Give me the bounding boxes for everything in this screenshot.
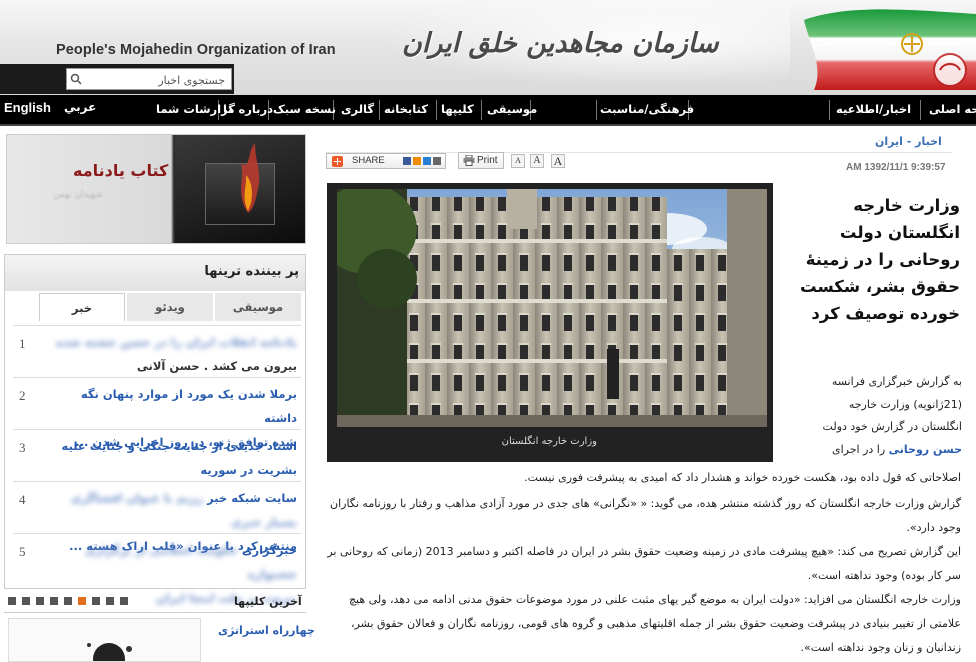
breadcrumb[interactable]: اخبار - ایران [875,135,942,148]
pager-dot[interactable] [22,597,30,605]
article-paragraph: این گزارش تصریح می کند: «هیچ پیشرفت مادی… [327,545,961,582]
font-reset-button[interactable]: A [530,154,544,168]
item-line: خبرگزاری [241,543,297,557]
iran-flag-logo[interactable] [804,6,976,90]
pager-dot[interactable] [8,597,16,605]
search-bar [0,64,234,94]
email-icon [433,157,441,165]
clip-title[interactable]: چهارراه استراتژی [218,624,315,637]
twitter-icon [423,157,431,165]
nav-clips[interactable]: کلیپها [441,102,474,116]
site-header: People's Mojahedin Organization of Iran … [0,0,976,95]
printer-icon [463,155,475,166]
flame-icon [241,143,260,213]
nav-news[interactable]: اخبار/اطلاعیه [836,102,911,116]
list-item[interactable]: 1 یادنامه انقلاب ایران را در حسن خشته شد… [13,325,301,377]
facebook-icon [403,157,411,165]
slider-pager [8,597,178,607]
list-item[interactable]: 4 سایت شبکه خبر رژیم با عنوان افشاگری بس… [13,481,301,553]
item-line: اسناد جدیدی از جنایت جنگی و جنایت علیه [61,439,297,453]
item-number: 3 [19,440,26,455]
book-title: کتاب یادنامه [73,161,169,180]
tab-video[interactable]: ویدئو [127,293,213,321]
nav-arabic[interactable]: عربي [64,100,96,114]
article-intro: به گزارش خبرگزاری فرانسه (21ژانویه) وزار… [772,371,962,461]
item-line: یادنامه انقلاب ایران را در حسن خشته شده [55,335,297,349]
list-item[interactable]: 5 خبرگزاری حکومت اسلامی از برگزاری جشنوا… [13,533,301,605]
pager-dot[interactable] [50,597,58,605]
item-line: سایت شبکه خبر [207,491,297,505]
search-icon[interactable] [70,73,82,85]
list-item[interactable]: 3 اسناد جدیدی از جنایت جنگی و جنایت علیه… [13,429,301,481]
nav-separator [920,100,921,120]
nav-culture[interactable]: فرهنگی/مناسبت [600,102,694,116]
item-number: 2 [19,388,26,403]
divider [4,612,306,613]
pager-dot[interactable] [120,597,128,605]
tab-news[interactable]: خبر [39,293,125,321]
nav-gallery[interactable]: گالری [341,102,374,116]
star-icon [413,157,421,165]
site-title-persian[interactable]: سازمان مجاهدین خلق ایران [402,28,719,59]
clip-thumbnail[interactable] [8,618,201,662]
rouhani-link[interactable]: حسن روحانی [889,443,962,456]
item-number: 4 [19,492,26,507]
pager-dot[interactable] [36,597,44,605]
nav-separator [379,100,380,120]
article-paragraph: وزارت خارجه انگلستان می افزاید: «دولت ای… [348,593,961,654]
book-subtitle: شهیدان بهمن [53,190,103,200]
intro-line: حسن روحانی را در اجرای [772,439,962,462]
nav-separator [436,100,437,120]
article-photo[interactable] [337,189,767,427]
nav-separator [481,100,482,120]
most-viewed-panel: پر بیننده ترینها موسیقی ویدئو خبر 1 یادن… [4,254,306,605]
publish-date: AM 1392/11/1 9:39:57 [846,162,946,173]
article-paragraph: اصلاحاتی که قول داده بود، هکست خورده خوا… [524,471,961,484]
main-nav: صفحه اصلی اخبار/اطلاعیه فرهنگی/مناسبت مو… [0,95,976,126]
clip-image [9,619,200,661]
nav-home[interactable]: صفحه اصلی [929,102,976,116]
tab-music[interactable]: موسیقی [215,293,301,321]
book-banner[interactable]: کتاب یادنامه شهیدان بهمن [6,134,306,244]
latest-clips-title: آخرین کلیپها [234,595,302,608]
intro-line: (21ژانویه) وزارت خارجه [848,397,962,411]
font-smaller-button[interactable]: A [511,154,525,168]
share-button[interactable]: SHARE [326,153,446,169]
pager-dot[interactable] [64,597,72,605]
search-input[interactable] [66,68,232,90]
item-title[interactable]: یادنامه انقلاب ایران را در حسن خشته شده … [45,330,297,378]
plus-icon [332,156,343,167]
nav-light-version[interactable]: نسخه سبک [273,102,336,116]
article-paragraph: گزارش وزارت خارجه انگلستان که روز گذشته … [330,497,961,534]
pager-dot-active[interactable] [78,597,86,605]
item-title[interactable]: اسناد جدیدی از جنایت جنگی و جنایت علیه ب… [45,434,297,482]
nav-separator [596,100,597,120]
intro-line: به گزارش خبرگزاری فرانسه [831,375,962,388]
item-number: 5 [19,544,26,559]
nav-music[interactable]: موسیقی [487,102,537,116]
photo-caption: وزارت خارجه انگلستان [501,436,597,447]
print-button[interactable]: Print [458,152,504,169]
pager-dot[interactable] [92,597,100,605]
item-line: برملا شدن یک مورد از موارد پنهان نگه داش… [80,387,297,425]
print-label: Print [477,155,498,166]
font-larger-button[interactable]: A [551,154,565,168]
pager-dot[interactable] [106,597,114,605]
site-title-english[interactable]: People's Mojahedin Organization of Iran [56,42,336,58]
nav-library[interactable]: کتابخانه [384,102,428,116]
item-number: 1 [19,336,26,351]
nav-english[interactable]: English [4,100,51,115]
most-viewed-header: پر بیننده ترینها [5,255,305,291]
nav-separator [829,100,830,120]
list-item[interactable]: 2 برملا شدن یک مورد از موارد پنهان نگه د… [13,377,301,449]
item-line: بشریت در سوریه [200,463,297,477]
share-label: SHARE [352,155,385,166]
article-headline: وزارت خارجه انگلستان دولت روحانی را در ز… [800,196,960,323]
article-figure: وزارت خارجه انگلستان [327,183,773,462]
item-line: بیرون می کشد . حسن آلانی [136,359,297,373]
nav-your-reports[interactable]: گزارشات شما [156,102,235,116]
most-viewed-title: پر بیننده ترینها [204,264,299,279]
intro-line: انگلستان در گزارش خود دولت [822,420,962,433]
intro-tail: را در اجرای [831,442,886,456]
